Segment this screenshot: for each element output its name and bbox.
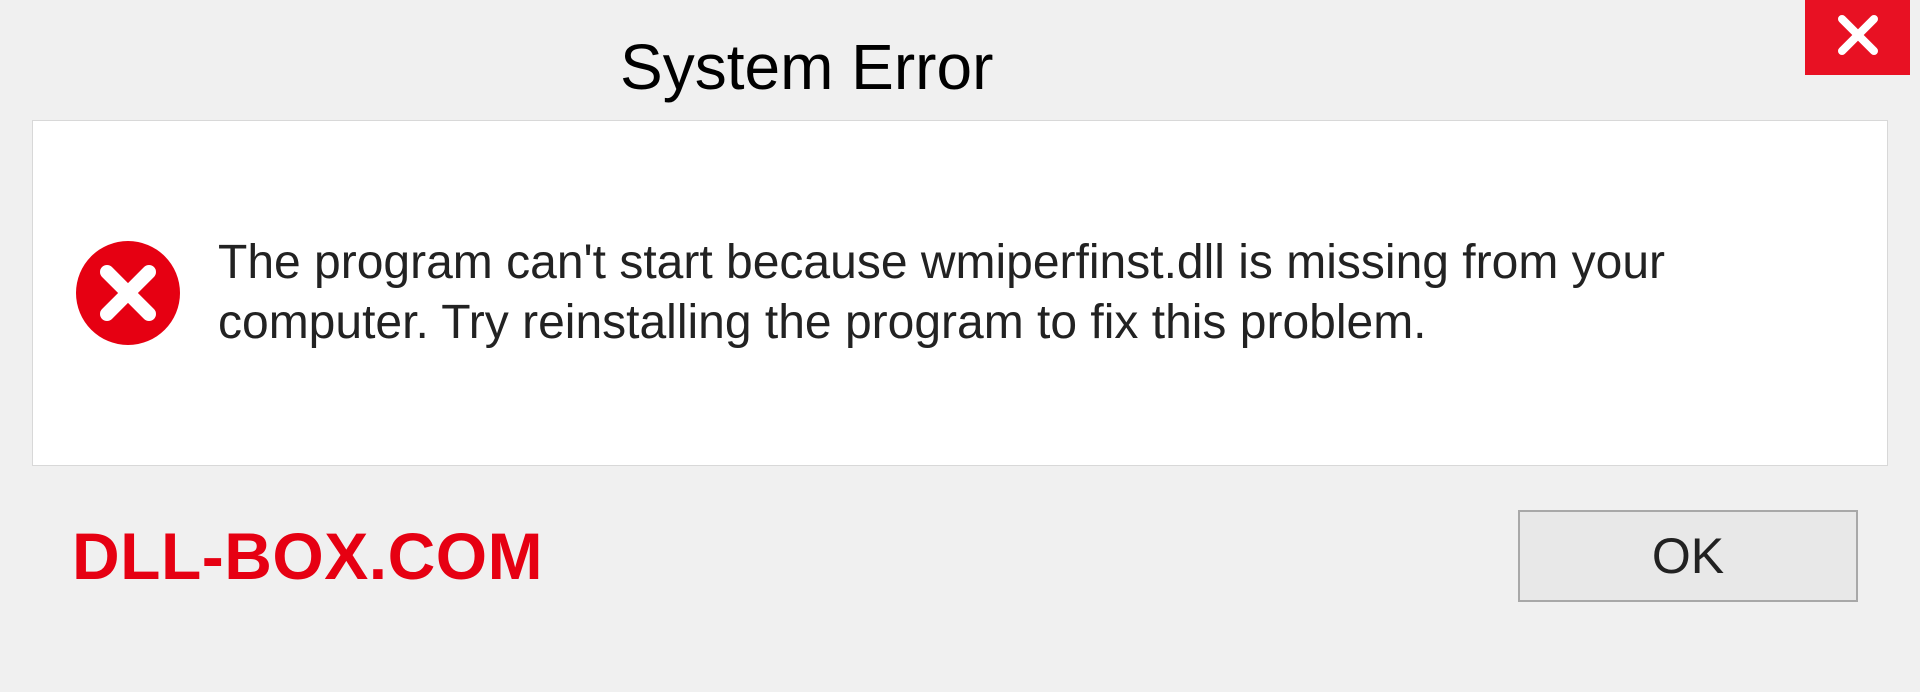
close-button[interactable] <box>1805 0 1910 75</box>
window-title: System Error <box>620 30 993 104</box>
dialog-footer: DLL-BOX.COM OK <box>32 466 1888 646</box>
titlebar: System Error <box>0 0 1920 120</box>
close-icon <box>1836 13 1880 62</box>
watermark-text: DLL-BOX.COM <box>72 518 543 594</box>
ok-button[interactable]: OK <box>1518 510 1858 602</box>
error-message: The program can't start because wmiperfi… <box>218 233 1768 353</box>
dialog-content: The program can't start because wmiperfi… <box>32 120 1888 466</box>
error-icon <box>73 238 183 348</box>
